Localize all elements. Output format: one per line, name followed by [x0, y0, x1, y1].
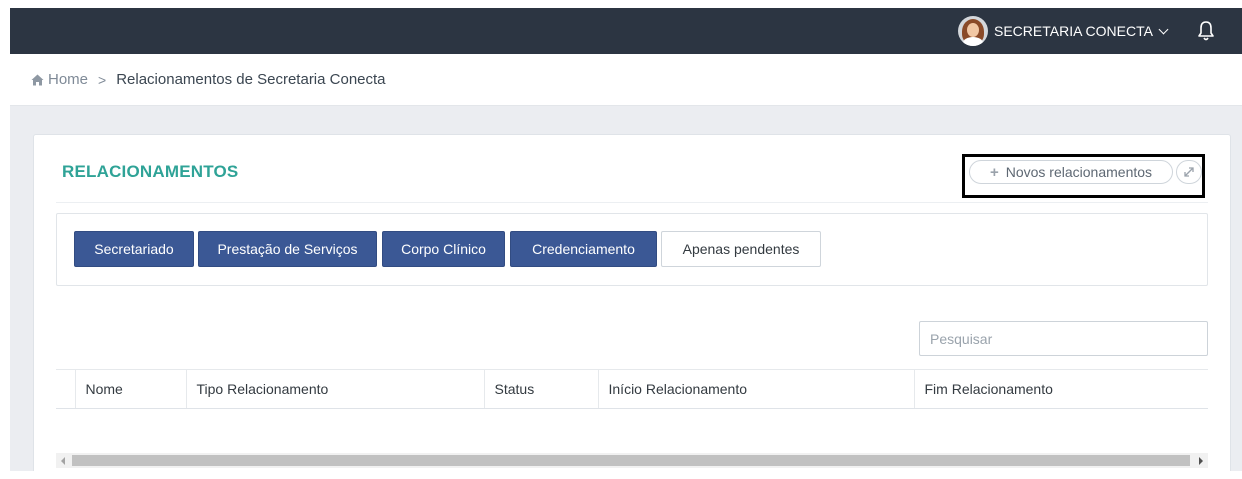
panel-divider — [56, 202, 1208, 203]
expand-icon — [1184, 167, 1194, 177]
bell-icon[interactable] — [1196, 20, 1216, 42]
breadcrumb-current: Relacionamentos de Secretaria Conecta — [116, 71, 386, 88]
search-input[interactable] — [919, 321, 1208, 356]
column-header-status[interactable]: Status — [483, 369, 598, 409]
app-frame: SECRETARIA CONECTA Home > Relacionamento… — [10, 8, 1242, 471]
column-header-nome[interactable]: Nome — [74, 369, 186, 409]
relationships-panel: RELACIONAMENTOS + Novos relacionamentos … — [33, 134, 1231, 471]
breadcrumb-home-link[interactable]: Home — [48, 71, 88, 88]
top-navbar: SECRETARIA CONECTA — [10, 8, 1242, 54]
scroll-left-arrow-icon[interactable] — [61, 457, 65, 465]
column-header-fim-relacionamento[interactable]: Fim Relacionamento — [913, 369, 1208, 409]
scrollbar-thumb[interactable] — [72, 455, 1190, 466]
relationships-table: Nome Tipo Relacionamento Status Início R… — [56, 369, 1208, 411]
horizontal-scrollbar[interactable] — [56, 453, 1208, 468]
scroll-right-arrow-icon[interactable] — [1199, 457, 1203, 465]
breadcrumb-separator: > — [98, 71, 107, 88]
table-header-row: Nome Tipo Relacionamento Status Início R… — [56, 369, 1208, 409]
filter-box: Secretariado Prestação de Serviços Corpo… — [56, 213, 1208, 286]
breadcrumb: Home > Relacionamentos de Secretaria Con… — [10, 54, 1242, 106]
filter-credenciamento-button[interactable]: Credenciamento — [510, 231, 657, 267]
panel-title: RELACIONAMENTOS — [62, 162, 239, 181]
column-header-tipo-relacionamento[interactable]: Tipo Relacionamento — [185, 369, 484, 409]
user-name: SECRETARIA CONECTA — [994, 23, 1153, 39]
chevron-down-icon — [1158, 24, 1169, 34]
new-relationships-label: Novos relacionamentos — [1005, 164, 1153, 180]
column-header-inicio-relacionamento[interactable]: Início Relacionamento — [597, 369, 914, 409]
column-header-select[interactable] — [56, 369, 75, 409]
new-relationships-button[interactable]: + Novos relacionamentos — [969, 160, 1173, 184]
filter-secretariado-button[interactable]: Secretariado — [74, 231, 194, 267]
user-menu[interactable]: SECRETARIA CONECTA — [958, 14, 1169, 48]
filter-corpo-clinico-button[interactable]: Corpo Clínico — [382, 231, 505, 267]
expand-button[interactable] — [1176, 160, 1202, 184]
filter-prestacao-servicos-button[interactable]: Prestação de Serviços — [198, 231, 377, 267]
plus-icon: + — [989, 163, 999, 181]
filter-apenas-pendentes-button[interactable]: Apenas pendentes — [661, 231, 821, 267]
home-icon — [31, 74, 44, 85]
avatar — [958, 16, 988, 46]
